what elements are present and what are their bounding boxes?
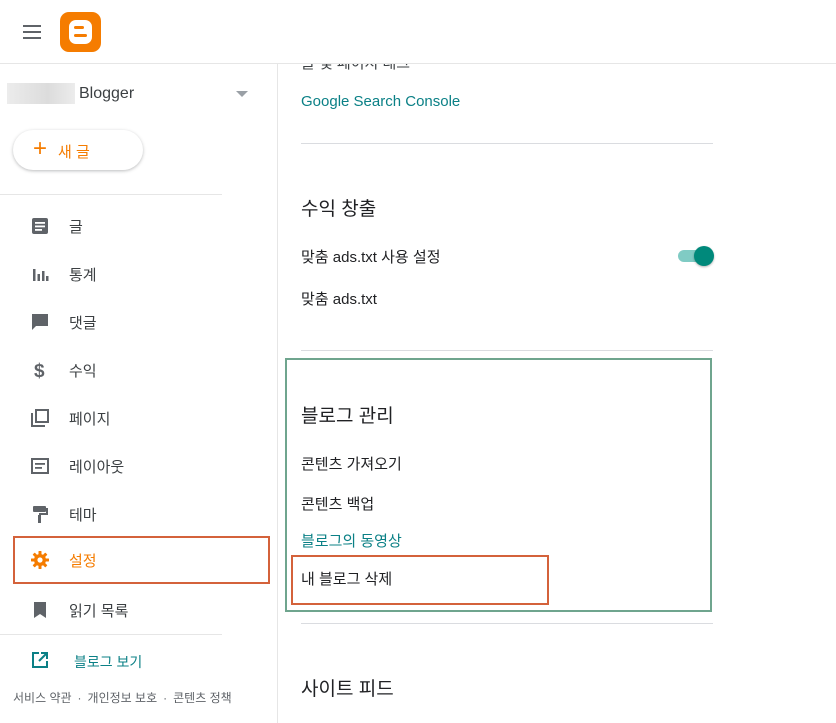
privacy-link[interactable]: 개인정보 보호 bbox=[88, 691, 158, 705]
new-post-label: 새 글 bbox=[58, 144, 90, 161]
separator: · bbox=[163, 691, 168, 705]
custom-ads-txt-item[interactable]: 맞춤 ads.txt bbox=[301, 288, 377, 309]
view-blog-link[interactable]: 블로그 보기 bbox=[30, 650, 230, 674]
stats-icon bbox=[30, 264, 50, 284]
custom-ads-toggle-label[interactable]: 맞춤 ads.txt 사용 설정 bbox=[301, 246, 441, 267]
sidebar-divider bbox=[0, 634, 222, 635]
pages-icon bbox=[30, 408, 50, 428]
separator: · bbox=[77, 691, 82, 705]
sidebar-item-label: 글 bbox=[69, 219, 83, 236]
sidebar-item-stats[interactable]: 통계 bbox=[13, 250, 270, 298]
sidebar-item-label: 댓글 bbox=[69, 315, 97, 332]
monetization-heading: 수익 창출 bbox=[301, 199, 377, 220]
new-post-button[interactable]: + 새 글 bbox=[13, 130, 143, 170]
theme-icon bbox=[30, 504, 50, 524]
blog-selector[interactable]: Blogger bbox=[7, 82, 257, 106]
sidebar-item-settings[interactable]: 설정 bbox=[13, 536, 270, 584]
blog-videos-link[interactable]: 블로그의 동영상 bbox=[301, 530, 402, 551]
sidebar-item-earnings[interactable]: $ 수익 bbox=[13, 346, 270, 394]
sidebar-item-label: 테마 bbox=[69, 507, 97, 524]
sidebar-item-layout[interactable]: 레이아웃 bbox=[13, 442, 270, 490]
sidebar-item-label: 읽기 목록 bbox=[69, 603, 129, 620]
section-divider bbox=[301, 143, 713, 144]
sidebar-item-label: 페이지 bbox=[69, 411, 111, 428]
comments-icon bbox=[30, 312, 50, 332]
sidebar: Blogger + 새 글 글 통계 댓글 $ 수익 페이지 레이아웃 테마 설… bbox=[0, 64, 278, 723]
blurred-blog-name bbox=[7, 83, 75, 104]
manage-blog-heading: 블로그 관리 bbox=[301, 406, 394, 427]
custom-ads-toggle[interactable] bbox=[676, 246, 714, 266]
blogger-logo[interactable] bbox=[60, 12, 101, 52]
delete-blog-item[interactable]: 내 블로그 삭제 bbox=[301, 568, 392, 589]
sidebar-item-comments[interactable]: 댓글 bbox=[13, 298, 270, 346]
plus-icon: + bbox=[33, 135, 48, 162]
toggle-thumb bbox=[694, 246, 714, 266]
open-in-new-icon bbox=[30, 650, 50, 670]
footer-links: 서비스 약관 · 개인정보 보호 · 콘텐츠 정책 bbox=[13, 689, 232, 706]
tags-label: 글 및 페이지 태그 bbox=[301, 64, 410, 73]
hamburger-menu-icon[interactable] bbox=[20, 20, 44, 44]
section-divider bbox=[301, 350, 713, 351]
section-divider bbox=[301, 623, 713, 624]
top-bar bbox=[0, 0, 836, 64]
sidebar-item-label: 레이아웃 bbox=[69, 459, 125, 476]
sidebar-item-posts[interactable]: 글 bbox=[13, 202, 270, 250]
sidebar-item-label: 통계 bbox=[69, 267, 97, 284]
sidebar-item-reading-list[interactable]: 읽기 목록 bbox=[13, 586, 270, 634]
sidebar-item-theme[interactable]: 테마 bbox=[13, 490, 270, 538]
backup-content-item[interactable]: 콘텐츠 백업 bbox=[301, 493, 374, 514]
settings-main: 글 및 페이지 태그 Google Search Console 수익 창출 맞… bbox=[279, 64, 836, 723]
sidebar-item-label: 설정 bbox=[69, 553, 97, 570]
blog-name: Blogger bbox=[79, 85, 135, 102]
svg-text:$: $ bbox=[34, 361, 45, 380]
sidebar-item-label: 수익 bbox=[69, 363, 97, 380]
import-content-item[interactable]: 콘텐츠 가져오기 bbox=[301, 453, 402, 474]
sidebar-item-pages[interactable]: 페이지 bbox=[13, 394, 270, 442]
posts-icon bbox=[30, 216, 50, 236]
content-policy-link[interactable]: 콘텐츠 정책 bbox=[173, 691, 232, 705]
layout-icon bbox=[30, 456, 50, 476]
view-blog-label: 블로그 보기 bbox=[74, 654, 143, 670]
gear-icon bbox=[30, 550, 50, 570]
caret-down-icon[interactable] bbox=[236, 91, 248, 97]
sidebar-divider bbox=[0, 194, 222, 195]
site-feed-heading: 사이트 피드 bbox=[301, 679, 394, 700]
google-search-console-link[interactable]: Google Search Console bbox=[301, 93, 460, 110]
earnings-icon: $ bbox=[30, 360, 50, 382]
bookmark-icon bbox=[30, 600, 50, 620]
terms-link[interactable]: 서비스 약관 bbox=[13, 691, 72, 705]
